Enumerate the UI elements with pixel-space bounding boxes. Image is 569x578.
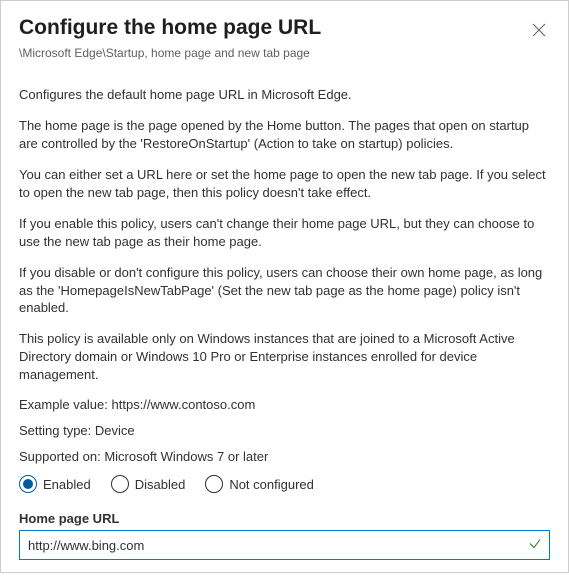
home-page-url-label: Home page URL	[19, 511, 550, 526]
state-radio-group: Enabled Disabled Not configured	[19, 475, 550, 493]
supported-on-label: Supported on:	[19, 449, 101, 464]
description-paragraph: Configures the default home page URL in …	[19, 86, 550, 104]
policy-description: Configures the default home page URL in …	[19, 86, 550, 560]
close-icon[interactable]	[528, 19, 550, 44]
description-paragraph: This policy is available only on Windows…	[19, 330, 550, 384]
setting-type: Setting type: Device	[19, 423, 550, 438]
example-value: Example value: https://www.contoso.com	[19, 397, 550, 412]
supported-on-value: Microsoft Windows 7 or later	[104, 449, 268, 464]
supported-on: Supported on: Microsoft Windows 7 or lat…	[19, 449, 550, 464]
radio-enabled[interactable]: Enabled	[19, 475, 91, 493]
radio-disabled[interactable]: Disabled	[111, 475, 186, 493]
radio-label: Enabled	[43, 477, 91, 492]
home-page-url-input[interactable]	[19, 530, 550, 560]
page-title: Configure the home page URL	[19, 15, 321, 41]
setting-type-value: Device	[95, 423, 135, 438]
example-label: Example value:	[19, 397, 108, 412]
description-paragraph: The home page is the page opened by the …	[19, 117, 550, 153]
description-paragraph: If you enable this policy, users can't c…	[19, 215, 550, 251]
description-paragraph: If you disable or don't configure this p…	[19, 264, 550, 318]
radio-not-configured[interactable]: Not configured	[205, 475, 314, 493]
example-text: https://www.contoso.com	[112, 397, 256, 412]
radio-label: Not configured	[229, 477, 314, 492]
breadcrumb: \Microsoft Edge\Startup, home page and n…	[19, 46, 550, 60]
setting-type-label: Setting type:	[19, 423, 91, 438]
description-paragraph: You can either set a URL here or set the…	[19, 166, 550, 202]
radio-label: Disabled	[135, 477, 186, 492]
